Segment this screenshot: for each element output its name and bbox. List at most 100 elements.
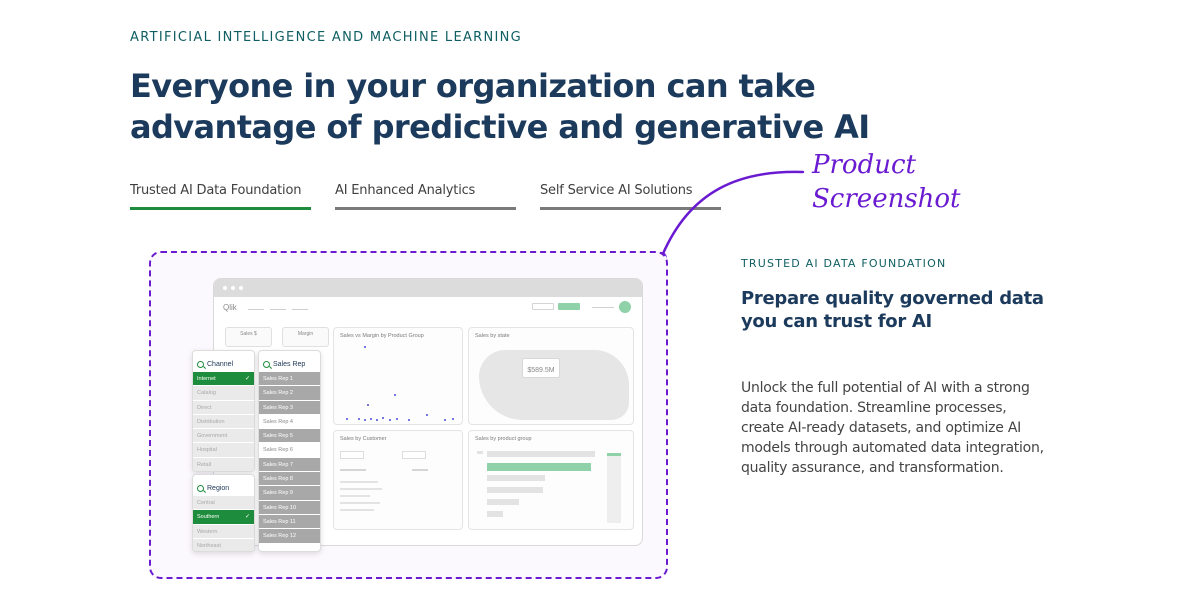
region-filter-title: Region: [207, 484, 230, 492]
section-headline: Everyone in your organization can take a…: [130, 67, 870, 146]
channel-option[interactable]: Government: [193, 428, 254, 443]
scatter-point: [452, 418, 454, 420]
window-dot-icon: [239, 286, 243, 290]
nav-secondary-button[interactable]: [532, 303, 554, 310]
region-option-label: Southern: [197, 514, 220, 521]
product-bar: [487, 487, 543, 493]
annotation-line-1: Product: [812, 150, 916, 180]
qlik-logo: Qlik: [223, 303, 237, 312]
salesrep-filter: Sales Rep Sales Rep 1 Sales Rep 2 Sales …: [258, 350, 321, 552]
table-row: [340, 488, 382, 490]
detail-eyebrow: TRUSTED AI DATA FOUNDATION: [741, 257, 947, 270]
product-group-panel: Sales by product group: [468, 430, 634, 530]
map-tooltip: $589.5M: [522, 358, 560, 378]
customer-filter-box[interactable]: [340, 451, 364, 459]
salesrep-filter-header[interactable]: Sales Rep: [259, 351, 320, 371]
table-header: [340, 469, 366, 471]
channel-option[interactable]: Retail: [193, 456, 254, 471]
kpi-label: Sales $: [240, 331, 257, 337]
nav-item[interactable]: [292, 309, 308, 310]
channel-filter-header[interactable]: Channel: [193, 351, 254, 371]
region-option[interactable]: Northeast: [193, 537, 254, 551]
detail-title: Prepare quality governed data you can tr…: [741, 288, 1044, 332]
tab-self-service-ai-solutions[interactable]: Self Service AI Solutions: [540, 183, 721, 210]
kpi-label: Margin: [297, 331, 314, 337]
scatter-point: [364, 419, 366, 421]
product-bar: [487, 511, 503, 517]
scatter-point: [396, 418, 398, 420]
scatter-point: [364, 346, 366, 348]
salesrep-option[interactable]: Sales Rep 7: [259, 456, 320, 472]
scatter-point: [370, 418, 372, 420]
annotation-line-2: Screenshot: [812, 184, 961, 214]
tab-ai-enhanced-analytics[interactable]: AI Enhanced Analytics: [335, 183, 516, 210]
salesrep-option[interactable]: Sales Rep 10: [259, 499, 320, 514]
nav-primary-button[interactable]: [558, 303, 580, 310]
app-navbar: Qlik: [214, 297, 642, 319]
scatter-title: Sales vs Margin by Product Group: [340, 333, 424, 339]
scatter-point: [382, 417, 384, 419]
region-filter-header[interactable]: Region: [193, 475, 254, 495]
product-bar: [487, 451, 595, 457]
scatter-point: [346, 418, 348, 420]
salesrep-option[interactable]: Sales Rep 5: [259, 428, 320, 443]
salesrep-option[interactable]: Sales Rep 9: [259, 485, 320, 500]
scatter-point: [389, 419, 391, 421]
region-option[interactable]: Central: [193, 495, 254, 510]
customer-title: Sales by Customer: [340, 436, 387, 442]
tab-trusted-ai-data-foundation[interactable]: Trusted AI Data Foundation: [130, 183, 311, 210]
channel-filter-title: Channel: [207, 360, 234, 368]
salesrep-option[interactable]: Sales Rep 3: [259, 399, 320, 414]
avatar[interactable]: [619, 301, 631, 313]
salesrep-option[interactable]: Sales Rep 4: [259, 413, 320, 429]
search-icon: [197, 360, 204, 368]
product-bar-highlight: [487, 463, 591, 471]
check-icon: ✓: [244, 514, 250, 521]
customer-filter-box[interactable]: [402, 451, 426, 459]
table-row: [340, 502, 380, 504]
salesrep-option[interactable]: Sales Rep 6: [259, 442, 320, 457]
scatter-point: [408, 419, 410, 421]
search-icon: [197, 484, 204, 492]
table-header: [412, 469, 428, 471]
channel-option[interactable]: Internet ✓: [193, 371, 254, 386]
feature-tabs: Trusted AI Data Foundation AI Enhanced A…: [130, 183, 721, 210]
bar-label: [477, 451, 483, 454]
channel-option[interactable]: Catalog: [193, 385, 254, 400]
scatter-point: [394, 394, 396, 396]
annotation-label: Product Screenshot: [812, 148, 961, 216]
kpi-card: Margin: [282, 327, 329, 347]
region-option[interactable]: Southern ✓: [193, 509, 254, 524]
product-bar: [487, 499, 519, 505]
detail-body: Unlock the full potential of AI with a s…: [741, 380, 1044, 476]
map-title: Sales by state: [475, 333, 510, 339]
salesrep-option[interactable]: Sales Rep 11: [259, 513, 320, 529]
kpi-card: Sales $: [225, 327, 272, 347]
map-panel: Sales by state $589.5M: [468, 327, 634, 425]
salesrep-option[interactable]: Sales Rep 12: [259, 528, 320, 543]
salesrep-option[interactable]: Sales Rep 2: [259, 385, 320, 400]
window-dot-icon: [223, 286, 227, 290]
check-icon: ✓: [244, 376, 250, 382]
salesrep-option[interactable]: Sales Rep 1: [259, 371, 320, 386]
table-row: [340, 481, 378, 483]
channel-option[interactable]: Direct: [193, 399, 254, 414]
product-bar: [487, 475, 545, 481]
channel-option[interactable]: Distribution: [193, 413, 254, 429]
table-row: [340, 495, 370, 497]
salesrep-filter-title: Sales Rep: [273, 360, 306, 368]
scatter-point: [444, 419, 446, 421]
scatter-point: [367, 404, 369, 406]
search-icon: [263, 360, 270, 368]
channel-option[interactable]: Hospital: [193, 442, 254, 457]
nav-item[interactable]: [270, 309, 286, 310]
region-filter: Region Central Southern ✓ Western Northea…: [192, 474, 255, 552]
table-row: [340, 509, 374, 511]
region-option[interactable]: Western: [193, 523, 254, 538]
window-dot-icon: [231, 286, 235, 290]
salesrep-option[interactable]: Sales Rep 8: [259, 471, 320, 486]
scatter-point: [376, 419, 378, 421]
scatter-point: [426, 414, 428, 416]
window-titlebar: [214, 279, 642, 297]
nav-item[interactable]: [248, 309, 264, 310]
